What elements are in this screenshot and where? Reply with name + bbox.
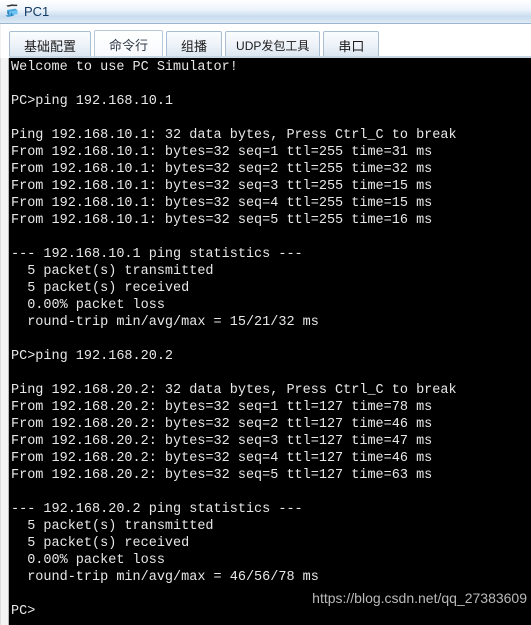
terminal-console[interactable]: Welcome to use PC Simulator! PC>ping 192.… bbox=[9, 58, 531, 625]
terminal-line: round-trip min/avg/max = 15/21/32 ms bbox=[11, 315, 319, 330]
terminal-line: round-trip min/avg/max = 46/56/78 ms bbox=[11, 570, 319, 585]
window-titlebar: PC1 bbox=[0, 0, 531, 24]
terminal-output: Welcome to use PC Simulator! PC>ping 192.… bbox=[9, 59, 531, 620]
tab-udp-tool[interactable]: UDP发包工具 bbox=[225, 31, 321, 58]
tab-serial-port[interactable]: 串口 bbox=[323, 31, 380, 58]
terminal-line: PC> bbox=[11, 604, 36, 619]
terminal-line: From 192.168.10.1: bytes=32 seq=3 ttl=25… bbox=[11, 179, 433, 194]
terminal-line: Ping 192.168.20.2: 32 data bytes, Press … bbox=[11, 383, 457, 398]
terminal-line: PC>ping 192.168.20.2 bbox=[11, 349, 174, 364]
terminal-line: PC>ping 192.168.10.1 bbox=[11, 94, 174, 109]
terminal-panel: Welcome to use PC Simulator! PC>ping 192.… bbox=[0, 58, 531, 625]
terminal-line: From 192.168.10.1: bytes=32 seq=4 ttl=25… bbox=[11, 196, 433, 211]
tab-command-line-label: 命令行 bbox=[109, 38, 149, 53]
tab-basic-config[interactable]: 基础配置 bbox=[9, 31, 92, 58]
terminal-line: From 192.168.20.2: bytes=32 seq=4 ttl=12… bbox=[11, 451, 433, 466]
terminal-line: From 192.168.10.1: bytes=32 seq=2 ttl=25… bbox=[11, 162, 433, 177]
terminal-line: From 192.168.10.1: bytes=32 seq=5 ttl=25… bbox=[11, 213, 433, 228]
terminal-line: From 192.168.10.1: bytes=32 seq=1 ttl=25… bbox=[11, 145, 433, 160]
pc-workstation-icon bbox=[3, 3, 21, 21]
terminal-line: 5 packet(s) transmitted bbox=[11, 519, 214, 534]
terminal-line: --- 192.168.10.1 ping statistics --- bbox=[11, 247, 303, 262]
tab-udp-tool-label: UDP发包工具 bbox=[236, 38, 310, 53]
pc1-simulator-window: PC1 基础配置 命令行 组播 UDP发包工具 串口 Welcome to us… bbox=[0, 0, 531, 625]
terminal-line: --- 192.168.20.2 ping statistics --- bbox=[11, 502, 303, 517]
tab-bar: 基础配置 命令行 组播 UDP发包工具 串口 bbox=[0, 24, 531, 58]
window-title: PC1 bbox=[24, 3, 50, 19]
tab-multicast-label: 组播 bbox=[181, 38, 208, 54]
tab-basic-config-label: 基础配置 bbox=[24, 38, 77, 54]
terminal-line: From 192.168.20.2: bytes=32 seq=5 ttl=12… bbox=[11, 468, 433, 483]
terminal-line: 0.00% packet loss bbox=[11, 298, 165, 313]
terminal-line: 0.00% packet loss bbox=[11, 553, 165, 568]
terminal-line: Welcome to use PC Simulator! bbox=[11, 60, 238, 75]
tab-multicast[interactable]: 组播 bbox=[166, 31, 223, 58]
terminal-line: 5 packet(s) received bbox=[11, 536, 190, 551]
tab-serial-port-label: 串口 bbox=[338, 38, 365, 54]
tab-list: 基础配置 命令行 组播 UDP发包工具 串口 bbox=[9, 28, 382, 58]
terminal-line: From 192.168.20.2: bytes=32 seq=1 ttl=12… bbox=[11, 400, 433, 415]
terminal-line: From 192.168.20.2: bytes=32 seq=3 ttl=12… bbox=[11, 434, 433, 449]
terminal-left-gutter bbox=[1, 58, 9, 625]
terminal-line: 5 packet(s) transmitted bbox=[11, 264, 214, 279]
terminal-line: 5 packet(s) received bbox=[11, 281, 190, 296]
tab-command-line[interactable]: 命令行 bbox=[94, 30, 164, 58]
terminal-line: Ping 192.168.10.1: 32 data bytes, Press … bbox=[11, 128, 457, 143]
terminal-line: From 192.168.20.2: bytes=32 seq=2 ttl=12… bbox=[11, 417, 433, 432]
